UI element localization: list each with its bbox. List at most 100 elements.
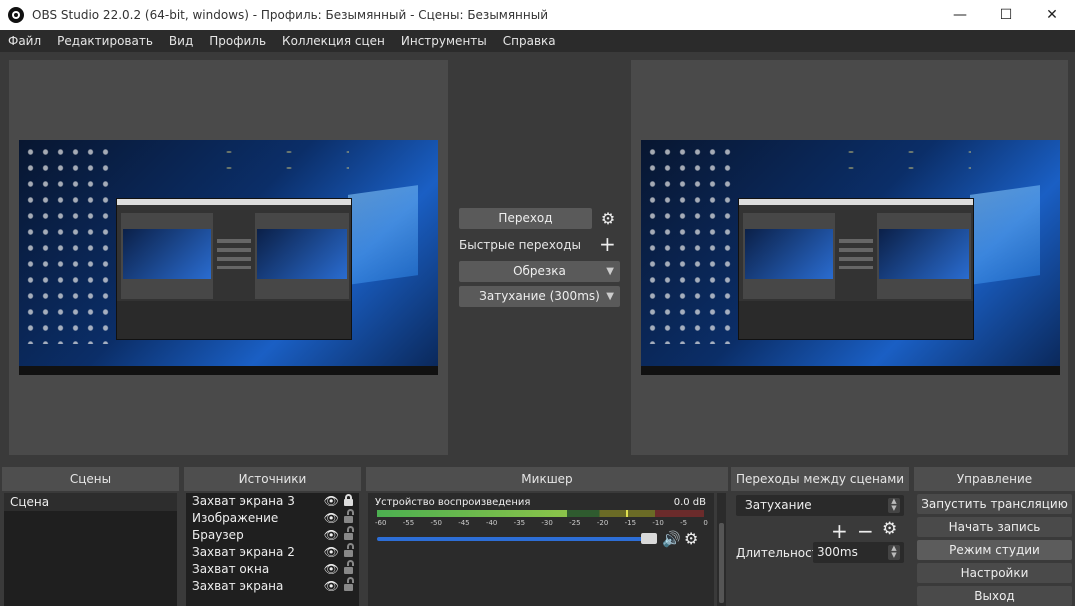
audio-level-db: 0.0 dB bbox=[673, 497, 706, 508]
eye-icon[interactable]: 👁 bbox=[324, 510, 339, 527]
unlock-icon[interactable] bbox=[344, 509, 354, 523]
preview-panel[interactable] bbox=[9, 60, 448, 455]
chevron-down-icon[interactable]: ▼ bbox=[606, 261, 614, 282]
studio-mode-button[interactable]: Режим студии bbox=[917, 540, 1072, 560]
scenes-dock: Сцены Сцена bbox=[2, 467, 179, 606]
menu-view[interactable]: Вид bbox=[161, 34, 201, 48]
sources-list[interactable]: Захват экрана 3 👁 Изображение 👁 Браузер … bbox=[186, 493, 359, 606]
desktop-icons bbox=[645, 144, 735, 344]
cut-quick-transition[interactable]: Обрезка ▼ bbox=[459, 261, 620, 282]
transition-button[interactable]: Переход bbox=[459, 208, 592, 229]
nested-obs-window bbox=[116, 198, 352, 340]
scene-transitions-dock: Переходы между сценами Затухание ▲ ▼ + − … bbox=[731, 467, 909, 606]
source-item[interactable]: Захват экрана 👁 bbox=[186, 577, 359, 595]
settings-button[interactable]: Настройки bbox=[917, 563, 1072, 583]
volume-meter-peak bbox=[625, 510, 628, 517]
start-recording-button[interactable]: Начать запись bbox=[917, 517, 1072, 537]
source-name: Изображение bbox=[192, 511, 279, 525]
meter-tick: -60 bbox=[375, 519, 387, 527]
quick-transitions-label: Быстрые переходы bbox=[459, 238, 582, 252]
chevron-down-icon[interactable]: ▼ bbox=[606, 286, 614, 307]
source-name: Захват экрана 2 bbox=[192, 545, 295, 559]
program-panel[interactable] bbox=[631, 60, 1068, 455]
mixer-title: Микшер bbox=[366, 467, 728, 491]
eye-icon[interactable]: 👁 bbox=[324, 578, 339, 595]
unlock-icon[interactable] bbox=[344, 560, 354, 574]
mixer-channel: Устройство воспроизведения 0.0 dB -60 -5… bbox=[368, 493, 714, 606]
mixer-scrollbar[interactable] bbox=[717, 493, 726, 606]
menu-help[interactable]: Справка bbox=[495, 34, 564, 48]
controls-title: Управление bbox=[914, 467, 1075, 491]
meter-tick: -15 bbox=[624, 519, 637, 527]
program-screen-capture[interactable] bbox=[641, 140, 1060, 375]
duration-value: 300ms bbox=[817, 545, 858, 559]
meter-tick: -55 bbox=[402, 519, 415, 527]
menu-profile[interactable]: Профиль bbox=[201, 34, 274, 48]
desktop-icons-top bbox=[821, 144, 971, 174]
scene-item[interactable]: Сцена bbox=[4, 493, 177, 511]
remove-transition-minus-icon[interactable]: − bbox=[857, 519, 874, 543]
spin-arrows-icon[interactable]: ▲ ▼ bbox=[888, 545, 900, 560]
start-streaming-button[interactable]: Запустить трансляцию bbox=[917, 494, 1072, 514]
gear-icon[interactable]: ⚙ bbox=[882, 519, 897, 539]
audio-device-name: Устройство воспроизведения bbox=[375, 497, 531, 508]
menu-scene-collection[interactable]: Коллекция сцен bbox=[274, 34, 393, 48]
unlock-icon[interactable] bbox=[344, 543, 354, 557]
volume-slider[interactable] bbox=[377, 533, 657, 544]
desktop-icons-top bbox=[199, 144, 349, 174]
source-name: Захват экрана 3 bbox=[192, 494, 295, 508]
volume-meter-level bbox=[377, 510, 567, 517]
fade-quick-transition[interactable]: Затухание (300ms) ▼ bbox=[459, 286, 620, 307]
duration-spinbox[interactable]: 300ms ▲ ▼ bbox=[813, 542, 904, 563]
volume-meter bbox=[377, 510, 704, 517]
gear-icon[interactable]: ⚙ bbox=[684, 529, 698, 548]
meter-scale: -60 -55 -50 -45 -40 -35 -30 -25 -20 -15 … bbox=[375, 519, 708, 527]
meter-tick: -50 bbox=[430, 519, 442, 527]
unlock-icon[interactable] bbox=[344, 577, 354, 591]
meter-tick: -30 bbox=[541, 519, 553, 527]
exit-button[interactable]: Выход bbox=[917, 586, 1072, 606]
sources-dock: Источники Захват экрана 3 👁 Изображение … bbox=[184, 467, 361, 606]
source-item[interactable]: Захват окна 👁 bbox=[186, 560, 359, 578]
preview-screen-capture[interactable] bbox=[19, 140, 438, 375]
close-button[interactable]: ✕ bbox=[1029, 0, 1075, 30]
source-item[interactable]: Захват экрана 2 👁 bbox=[186, 543, 359, 561]
scenes-list[interactable]: Сцена bbox=[4, 493, 177, 606]
gear-icon[interactable]: ⚙ bbox=[599, 210, 617, 228]
meter-tick: -40 bbox=[485, 519, 498, 527]
source-item[interactable]: Изображение 👁 bbox=[186, 509, 359, 527]
menu-file[interactable]: Файл bbox=[0, 34, 49, 48]
meter-tick: -25 bbox=[569, 519, 581, 527]
chevron-updown-icon[interactable]: ▲ ▼ bbox=[888, 498, 900, 513]
meter-tick: -10 bbox=[652, 519, 664, 527]
sources-title: Источники bbox=[184, 467, 361, 491]
meter-tick: 0 bbox=[703, 519, 708, 527]
menu-bar: Файл Редактировать Вид Профиль Коллекция… bbox=[0, 30, 1075, 52]
eye-icon[interactable]: 👁 bbox=[324, 561, 339, 578]
maximize-button[interactable]: ☐ bbox=[983, 0, 1029, 30]
unlock-icon[interactable] bbox=[344, 526, 354, 540]
add-transition-plus-icon[interactable]: + bbox=[831, 519, 848, 543]
minimize-button[interactable]: — bbox=[937, 0, 983, 30]
menu-tools[interactable]: Инструменты bbox=[393, 34, 495, 48]
fade-label: Затухание (300ms) bbox=[479, 289, 600, 303]
eye-icon[interactable]: 👁 bbox=[324, 544, 339, 561]
add-quick-transition-plus-icon[interactable]: + bbox=[599, 234, 616, 254]
window-controls: — ☐ ✕ bbox=[937, 0, 1075, 30]
cut-label: Обрезка bbox=[513, 264, 566, 278]
eye-icon[interactable]: 👁 bbox=[324, 493, 339, 510]
title-bar: OBS Studio 22.0.2 (64-bit, windows) - Пр… bbox=[0, 0, 1075, 30]
speaker-icon[interactable]: 🔊 bbox=[662, 530, 681, 548]
mixer-dock: Микшер Устройство воспроизведения 0.0 dB… bbox=[366, 467, 728, 606]
transition-select[interactable]: Затухание ▲ ▼ bbox=[736, 495, 904, 516]
volume-slider-handle[interactable] bbox=[641, 533, 657, 544]
scene-transitions-title: Переходы между сценами bbox=[731, 467, 909, 491]
eye-icon[interactable]: 👁 bbox=[324, 527, 339, 544]
windows-logo-icon bbox=[970, 185, 1040, 285]
source-item[interactable]: Захват экрана 3 👁 bbox=[186, 493, 359, 510]
source-item[interactable]: Браузер 👁 bbox=[186, 526, 359, 544]
lock-icon[interactable] bbox=[344, 494, 353, 506]
controls-dock: Управление Запустить трансляцию Начать з… bbox=[914, 467, 1075, 606]
taskbar bbox=[641, 366, 1060, 375]
menu-edit[interactable]: Редактировать bbox=[49, 34, 161, 48]
